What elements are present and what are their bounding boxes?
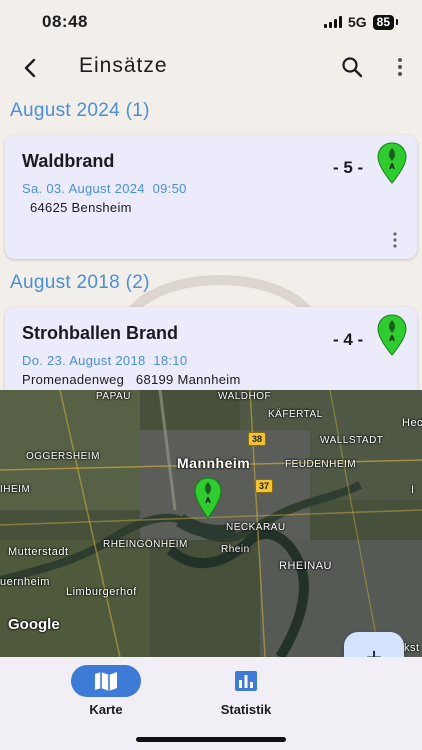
incident-date: Do. 23. August 2018 18:10	[22, 353, 188, 368]
section-header: August 2018 (2)	[10, 272, 150, 293]
incident-number: - 5 -	[333, 158, 364, 177]
map-label: Mannheim	[177, 455, 251, 471]
pin-letter: A	[389, 162, 395, 171]
status-time: 08:48	[42, 12, 88, 31]
satellite-imagery	[0, 390, 422, 657]
incident-card[interactable]: Waldbrand Sa. 03. August 2024 09:50 6462…	[5, 135, 417, 259]
map-pin-icon[interactable]: A	[193, 476, 223, 520]
incident-number: - 4 -	[333, 330, 364, 349]
network-type: 5G	[347, 14, 367, 30]
map-icon	[95, 672, 117, 691]
incident-address: 64625 Bensheim	[30, 200, 132, 215]
app-bar: Einsätze	[0, 44, 422, 90]
search-icon[interactable]	[339, 54, 365, 80]
map-label: Hec	[402, 417, 422, 429]
road-shield: 38	[248, 432, 267, 446]
incident-date: Sa. 03. August 2024 09:50	[22, 181, 187, 196]
map-label: RHEINAU	[279, 560, 333, 572]
map-label: PAPAU	[96, 391, 131, 402]
nav-label: Statistik	[220, 702, 272, 717]
map-label: NECKARAU	[226, 522, 286, 533]
map-pin-icon: A	[377, 142, 407, 184]
map-label: Mutterstadt	[8, 546, 69, 558]
map-label: Rhein	[221, 544, 250, 555]
map-label: I	[411, 484, 415, 496]
map-label: FEUDENHEIM	[285, 459, 357, 470]
nav-item-statistik[interactable]: Statistik	[191, 665, 301, 717]
map-view[interactable]: PAPAU WALDHOF KÄFERTAL Hec OGGERSHEIM WA…	[0, 390, 422, 657]
status-bar: 08:48 5G 85	[0, 0, 422, 44]
map-label: WALLSTADT	[320, 435, 384, 446]
incident-list: August 2024 (1) Waldbrand Sa. 03. August…	[0, 90, 422, 390]
incident-card[interactable]: Strohballen Brand Do. 23. August 2018 18…	[5, 307, 417, 390]
nav-item-karte[interactable]: Karte	[51, 665, 161, 717]
google-attribution: Google	[8, 616, 60, 633]
back-arrow-icon[interactable]	[16, 54, 44, 82]
map-pin-icon: A	[377, 314, 407, 356]
nav-label: Karte	[89, 702, 123, 717]
pin-letter: A	[205, 496, 211, 505]
incident-title: Waldbrand	[22, 151, 115, 171]
map-label: OGGERSHEIM	[26, 451, 100, 462]
section-header: August 2024 (1)	[10, 100, 150, 121]
nav-indicator	[211, 665, 281, 697]
map-label: Limburgerhof	[66, 586, 137, 598]
card-menu-icon[interactable]	[387, 231, 403, 249]
pin-letter: A	[389, 334, 395, 343]
road-shield: 37	[255, 479, 274, 493]
bar-chart-icon	[235, 671, 257, 691]
home-indicator	[136, 737, 286, 742]
map-label: uernheim	[0, 576, 50, 588]
map-label: KÄFERTAL	[268, 409, 323, 420]
battery-icon: 85	[372, 14, 399, 30]
nav-indicator	[71, 665, 141, 697]
incident-title: Strohballen Brand	[22, 323, 179, 343]
status-indicators: 5G 85	[323, 14, 399, 30]
incident-address: Promenadenweg 68199 Mannheim	[22, 372, 241, 387]
map-label: RHEINGÖNHEIM	[103, 539, 188, 550]
map-label: kst	[404, 642, 420, 654]
map-label: IHEIM	[0, 484, 31, 495]
map-label: WALDHOF	[218, 391, 272, 402]
page-title: Einsätze	[79, 54, 168, 77]
more-vert-icon[interactable]	[388, 54, 412, 80]
signal-icon	[323, 16, 342, 28]
